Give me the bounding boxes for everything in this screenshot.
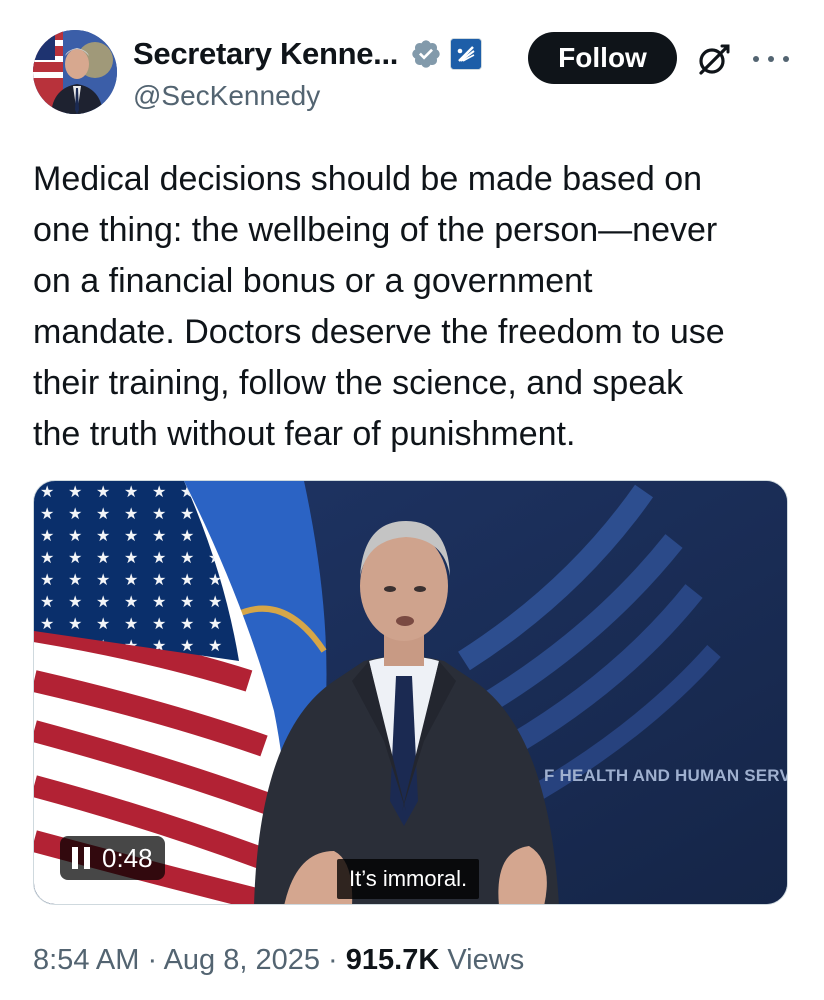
pause-timer-badge[interactable]: 0:48 bbox=[60, 836, 165, 880]
tweet-date[interactable]: Aug 8, 2025 bbox=[164, 944, 320, 976]
pause-icon[interactable] bbox=[72, 847, 90, 869]
video-player[interactable]: ★ F HEALTH AND HUMAN S bbox=[33, 480, 788, 905]
meta-separator: · bbox=[139, 944, 164, 976]
follow-button[interactable]: Follow bbox=[528, 32, 677, 84]
video-caption: It’s immoral. bbox=[337, 859, 480, 899]
more-dot bbox=[768, 56, 774, 62]
tweet-time[interactable]: 8:54 AM bbox=[33, 944, 139, 976]
more-options-icon[interactable] bbox=[753, 44, 789, 74]
views-count[interactable]: 915.7K bbox=[346, 944, 440, 976]
tweet-text: Medical decisions should be made based o… bbox=[33, 160, 725, 453]
tweet-meta: 8:54 AM · Aug 8, 2025 · 915.7K Views bbox=[33, 944, 524, 977]
tweet-header: Secretary Kenne... @SecKennedy Follow bbox=[33, 30, 793, 120]
more-dot bbox=[783, 56, 789, 62]
meta-separator: · bbox=[320, 944, 346, 976]
verified-badge-icon bbox=[410, 38, 442, 70]
video-time: 0:48 bbox=[102, 842, 153, 873]
avatar[interactable] bbox=[33, 30, 117, 114]
hhs-affiliate-icon[interactable] bbox=[450, 38, 483, 70]
grok-icon[interactable] bbox=[695, 42, 731, 78]
background-banner-text: F HEALTH AND HUMAN SERVICES bbox=[544, 766, 788, 785]
views-label: Views bbox=[447, 944, 525, 976]
name-row: Secretary Kenne... bbox=[133, 36, 483, 72]
more-dot bbox=[753, 56, 759, 62]
display-name[interactable]: Secretary Kenne... bbox=[133, 36, 398, 72]
user-handle[interactable]: @SecKennedy bbox=[133, 80, 320, 112]
